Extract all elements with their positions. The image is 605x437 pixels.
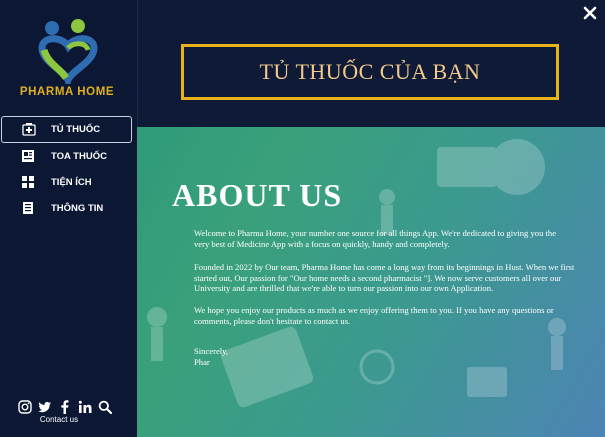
page-title: TỦ THUỐC CỦA BẠN [259, 59, 481, 84]
nav-label: THÔNG TIN [51, 203, 104, 214]
about-panel: ABOUT US Welcome to Pharma Home, your nu… [137, 127, 605, 437]
document-icon [23, 202, 33, 214]
linkedin-icon[interactable] [78, 400, 92, 414]
brand-name: PHARMA HOME [19, 86, 115, 98]
sidebar: PHARMA HOME TỦ THUỐC TOA THUỐC TIỆN ÍCH … [0, 0, 138, 437]
nav-label: TOA THUỐC [51, 151, 107, 162]
contact-us-link[interactable]: Contact us [0, 415, 118, 424]
nav-item-toa-thuoc[interactable]: TOA THUỐC [0, 143, 137, 169]
pharma-home-logo-icon [38, 19, 98, 84]
page-title-box: TỦ THUỐC CỦA BẠN [181, 44, 559, 100]
close-button[interactable] [582, 5, 598, 21]
about-paragraph-1: Welcome to Pharma Home, your number one … [194, 228, 557, 249]
nav-label: TỦ THUỐC [51, 124, 101, 135]
close-icon [583, 6, 597, 20]
grid-icon [22, 176, 34, 188]
about-paragraph-2: Founded in 2022 by Our team, Pharma Home… [194, 262, 575, 293]
sidebar-nav: TỦ THUỐC TOA THUỐC TIỆN ÍCH THÔNG TIN [0, 116, 137, 221]
twitter-icon[interactable] [38, 400, 52, 414]
about-signature: Sincerely, Phar [194, 346, 229, 367]
prescription-icon [22, 150, 34, 162]
facebook-icon[interactable] [58, 400, 72, 414]
about-paragraph-3: We hope you enjoy our products as much a… [194, 305, 554, 326]
instagram-icon[interactable] [18, 400, 32, 414]
nav-label: TIỆN ÍCH [51, 177, 92, 188]
search-icon[interactable] [98, 400, 113, 415]
nav-item-tien-ich[interactable]: TIỆN ÍCH [0, 169, 137, 195]
about-heading: ABOUT US [172, 177, 343, 213]
medicine-box-icon [22, 123, 36, 136]
brand-logo[interactable]: PHARMA HOME [12, 14, 122, 104]
nav-item-thong-tin[interactable]: THÔNG TIN [0, 195, 137, 221]
nav-item-tu-thuoc[interactable]: TỦ THUỐC [1, 116, 132, 143]
